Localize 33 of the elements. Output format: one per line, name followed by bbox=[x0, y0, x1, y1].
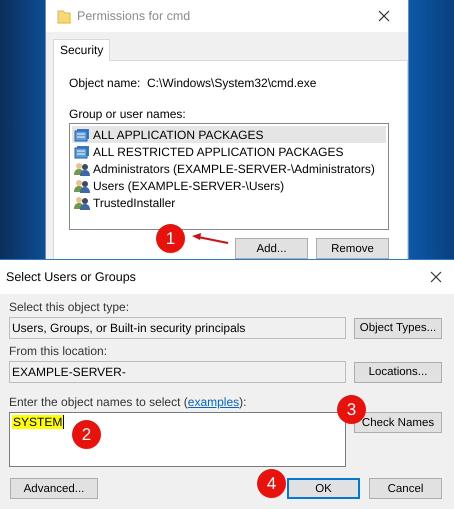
window-title: Permissions for cmd bbox=[77, 8, 192, 22]
read-only-field: EXAMPLE-SERVER- bbox=[9, 361, 346, 383]
users-icon bbox=[74, 162, 90, 176]
folder-icon bbox=[57, 8, 71, 24]
users-icon bbox=[74, 178, 90, 192]
close-icon bbox=[378, 10, 390, 22]
field-label: From this location: bbox=[9, 344, 108, 358]
button[interactable]: Advanced... bbox=[10, 478, 98, 499]
cancel-button[interactable]: Cancel bbox=[369, 478, 442, 499]
read-only-field: Users, Groups, or Built-in security principals bbox=[9, 317, 346, 339]
list-item[interactable]: TrustedInstaller bbox=[72, 194, 386, 211]
object-name: C:\Windows\System32\cmd.exe bbox=[147, 76, 316, 90]
window-title: Select Users or Groups bbox=[6, 270, 137, 284]
button[interactable]: Locations... bbox=[354, 362, 442, 382]
list-item[interactable]: Administrators (EXAMPLE-SERVER-\Administrators) bbox=[72, 160, 386, 177]
field-label: Object name: bbox=[69, 76, 142, 90]
field-label: Select this object type: bbox=[9, 300, 130, 314]
button[interactable]: Object Types... bbox=[354, 318, 442, 338]
link[interactable]: examples bbox=[188, 395, 240, 409]
list-item[interactable]: ALL RESTRICTED APPLICATION PACKAGES bbox=[72, 143, 386, 160]
ok-button[interactable]: OK bbox=[287, 478, 360, 499]
package-icon bbox=[74, 144, 90, 158]
button[interactable]: Remove bbox=[316, 238, 389, 259]
close-icon bbox=[430, 271, 442, 283]
field-label: Group or user names: bbox=[69, 107, 187, 121]
field-label: Enter the object names to select (examples): bbox=[9, 395, 248, 409]
arrow-icon bbox=[190, 233, 230, 245]
button[interactable]: Add... bbox=[235, 238, 308, 259]
list-item[interactable]: Users (EXAMPLE-SERVER-\Users) bbox=[72, 177, 386, 194]
package-icon bbox=[74, 128, 90, 142]
users-icon bbox=[74, 196, 90, 210]
list-item[interactable]: ALL APPLICATION PACKAGES bbox=[72, 126, 386, 143]
tab[interactable]: Security bbox=[53, 39, 110, 61]
